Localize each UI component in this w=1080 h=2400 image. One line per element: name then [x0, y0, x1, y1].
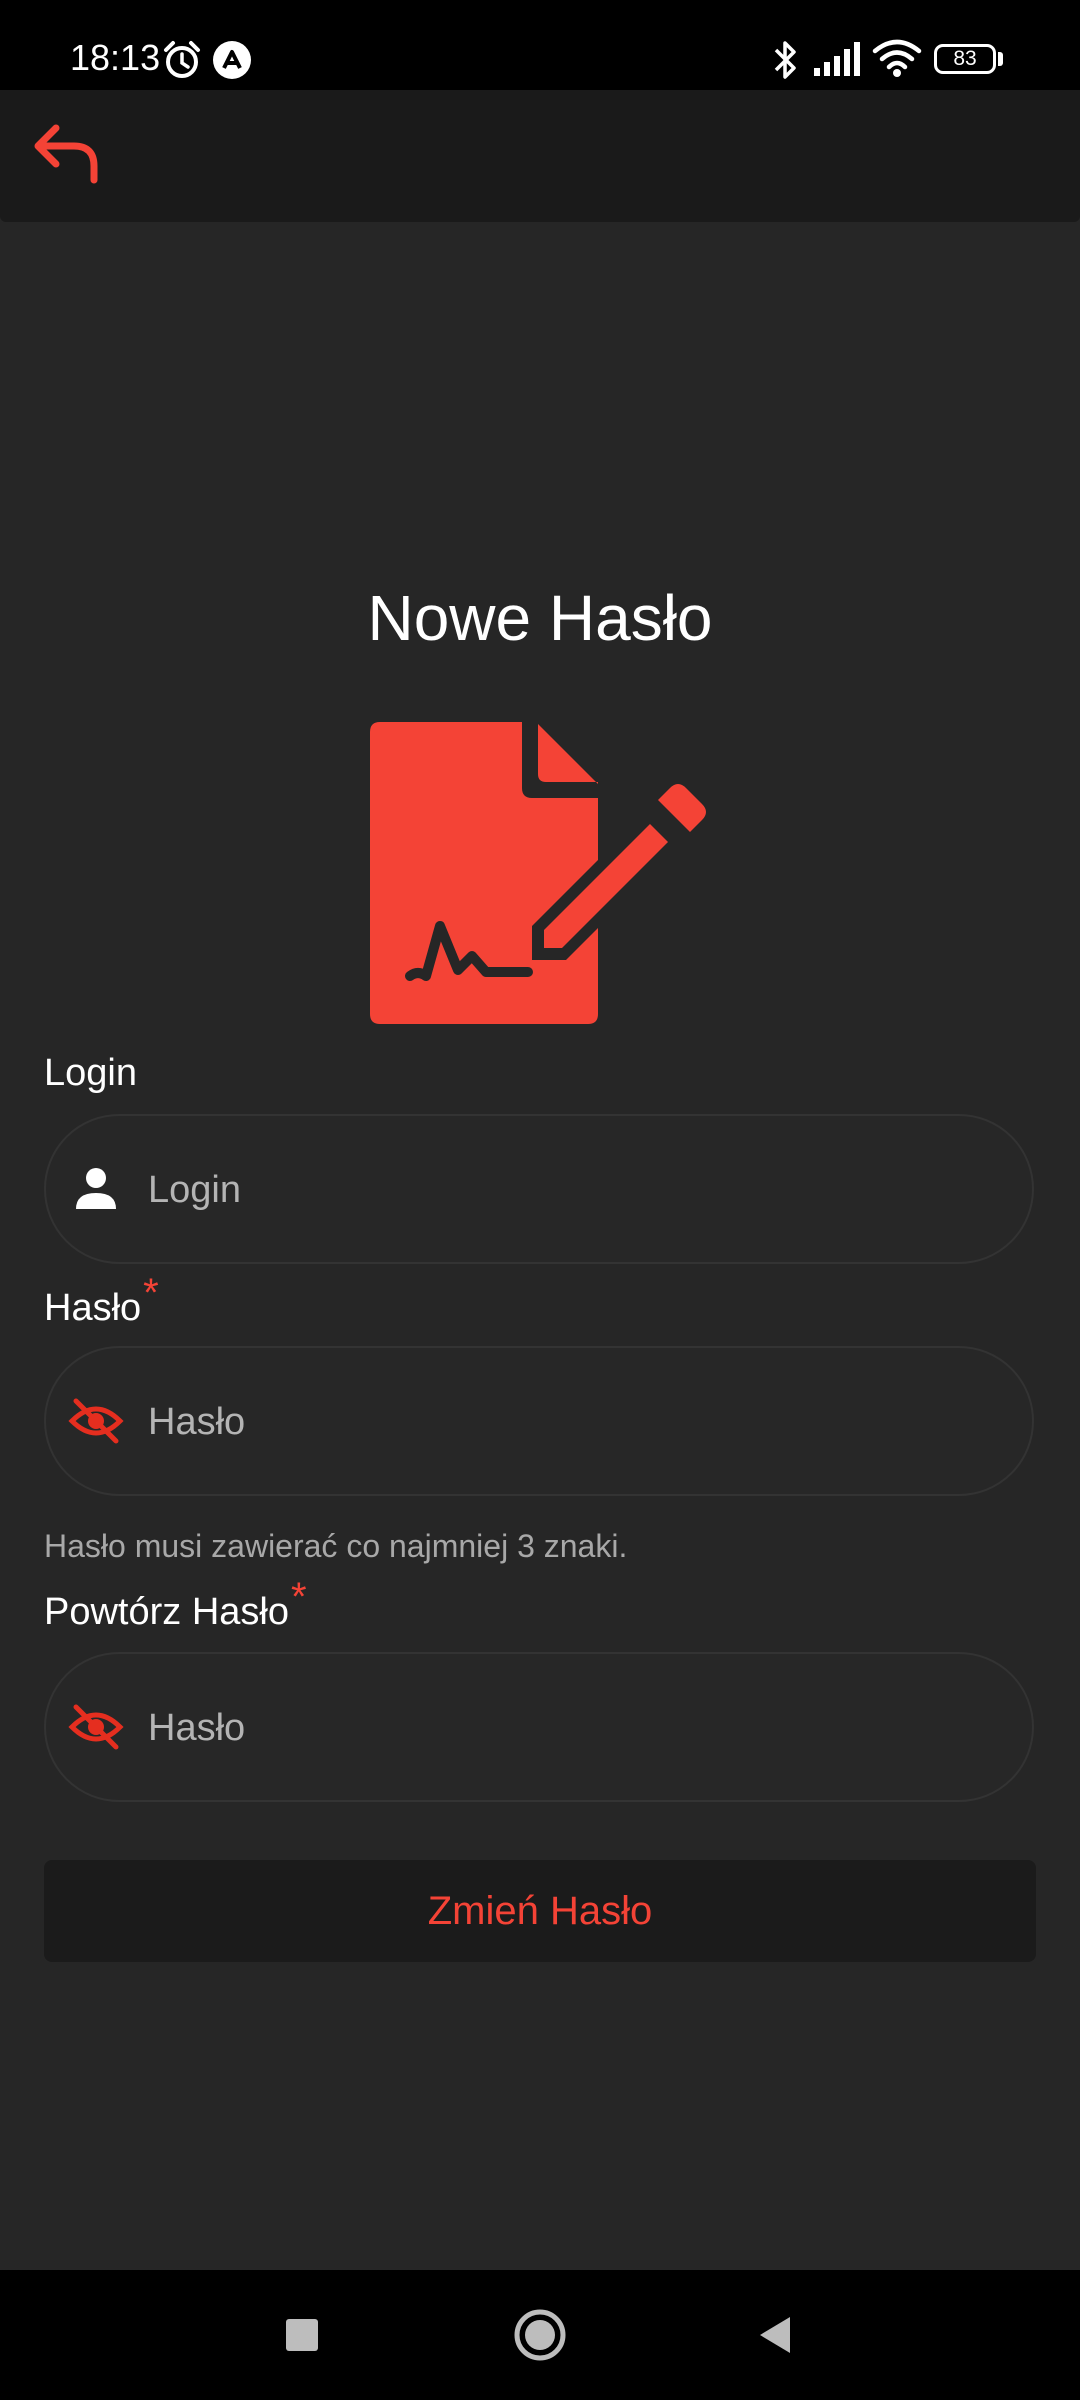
file-signature-icon: [370, 722, 706, 1024]
home-button[interactable]: [510, 2305, 570, 2365]
wifi-icon: [872, 39, 922, 77]
password-hint: Hasło musi zawierać co najmniej 3 znaki.: [44, 1528, 628, 1564]
required-mark: *: [143, 1271, 159, 1315]
user-icon: [76, 1168, 116, 1209]
login-field[interactable]: [44, 1114, 1034, 1264]
status-time: 18:13: [70, 37, 161, 78]
status-bar: 18:13 83: [0, 0, 1080, 90]
battery-tip: [998, 52, 1003, 66]
system-nav-bar: [0, 2270, 1080, 2400]
back-nav-button[interactable]: [746, 2305, 806, 2365]
bluetooth-icon: [774, 41, 796, 79]
back-arrow-icon: [34, 124, 98, 184]
required-mark: *: [290, 1575, 307, 1619]
password-label-text: Hasło: [44, 1287, 142, 1329]
alarm-icon: [164, 41, 200, 78]
battery-icon: 83: [934, 44, 996, 74]
password-input[interactable]: [146, 1348, 992, 1496]
repeat-password-input[interactable]: [146, 1654, 992, 1802]
app-notification-icon: [213, 41, 251, 79]
recents-button[interactable]: [272, 2305, 332, 2365]
login-label: Login: [44, 1048, 137, 1098]
password-field[interactable]: [44, 1346, 1034, 1496]
battery-level: 83: [953, 47, 977, 70]
change-password-label: Zmień Hasło: [427, 1888, 653, 1933]
eye-off-icon[interactable]: [68, 1699, 124, 1755]
repeat-password-label-text: Powtórz Hasło: [44, 1591, 289, 1633]
change-password-button[interactable]: Zmień Hasło: [44, 1860, 1036, 1962]
repeat-password-field[interactable]: [44, 1652, 1034, 1802]
repeat-password-label: Powtórz Hasło*: [44, 1575, 307, 1637]
app-header: [0, 90, 1080, 222]
eye-off-icon[interactable]: [68, 1393, 124, 1449]
password-label: Hasło*: [44, 1271, 159, 1333]
login-label-text: Login: [44, 1052, 137, 1094]
page-title: Nowe Hasło: [367, 582, 713, 654]
back-button[interactable]: [24, 112, 108, 196]
login-input[interactable]: [146, 1116, 992, 1264]
signal-icon: [814, 42, 860, 76]
